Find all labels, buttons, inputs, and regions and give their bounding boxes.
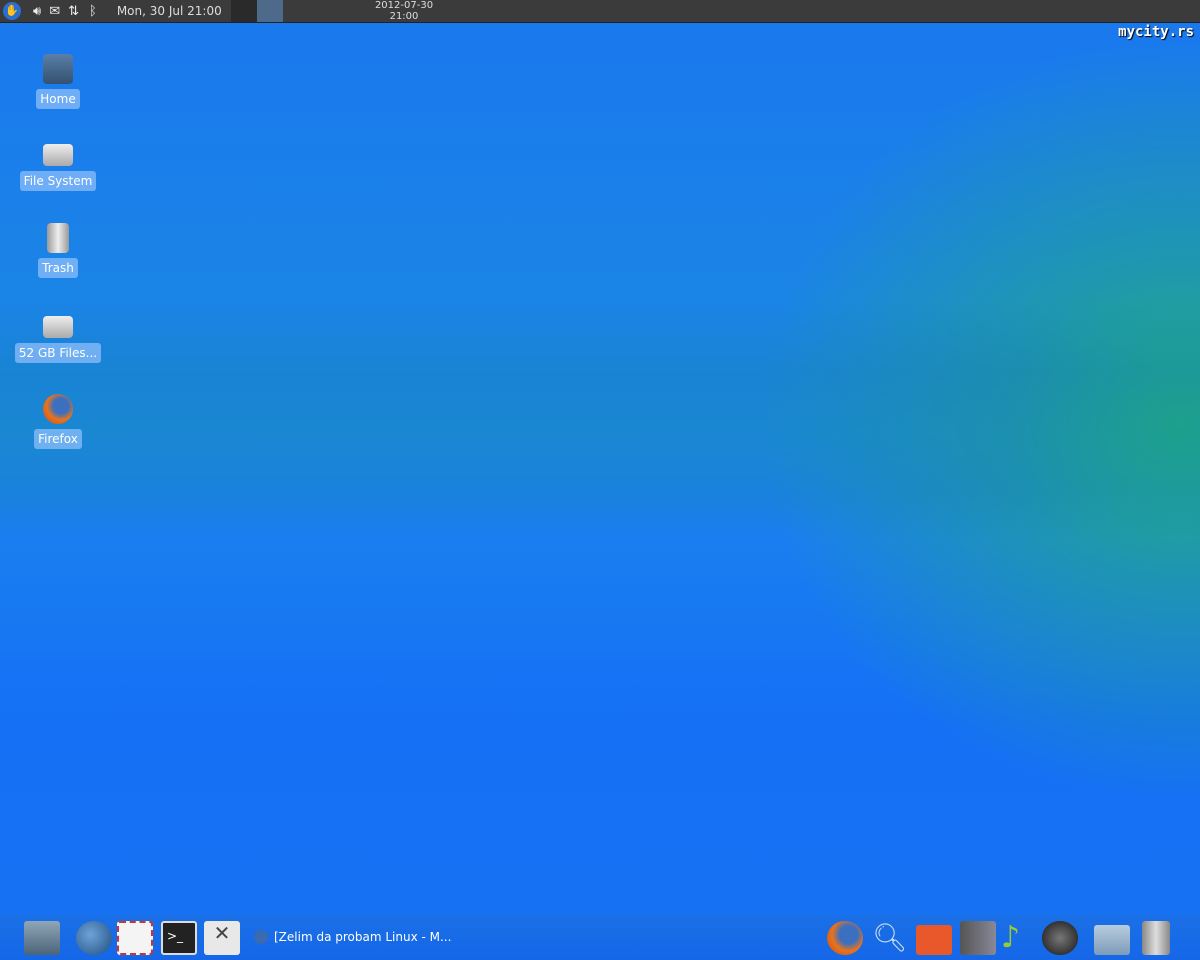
workspace-2[interactable] (256, 0, 283, 22)
time-text: 21:00 (389, 11, 419, 22)
watermark: mycity.rs (1118, 24, 1194, 40)
icon-label: 52 GB Files... (14, 343, 102, 363)
desktop-icon-filesystem[interactable]: File System (13, 140, 103, 191)
firefox-icon (254, 930, 268, 944)
icon-label: Firefox (34, 429, 82, 449)
date-text: 2012-07-30 (374, 0, 434, 11)
web-browser-icon[interactable] (76, 921, 112, 955)
drive-icon (43, 144, 73, 166)
trash-icon (47, 223, 69, 253)
workspace-1[interactable] (230, 0, 257, 22)
music-player-icon[interactable]: ♪ (1001, 921, 1037, 955)
wallpaper-trees (0, 300, 1200, 540)
mail-client-icon[interactable] (117, 921, 153, 955)
mail-icon[interactable]: ✉ (49, 4, 60, 19)
software-center-icon[interactable] (916, 925, 952, 955)
show-desktop-icon[interactable] (24, 921, 60, 955)
firefox-icon (43, 394, 73, 424)
text-editor-icon[interactable] (960, 921, 996, 955)
gimp-icon[interactable] (1042, 921, 1078, 955)
home-folder-icon (43, 54, 73, 84)
volume-icon[interactable]: 🔊︎ (33, 4, 41, 19)
icon-label: Home (36, 89, 80, 109)
terminal-icon[interactable]: >_ (161, 921, 197, 955)
task-title: [Zelim da probam Linux - M... (274, 930, 452, 944)
network-icon[interactable]: ⇅ (68, 4, 79, 19)
bluetooth-icon[interactable]: ᛒ (89, 4, 97, 19)
trash-icon[interactable] (1142, 921, 1170, 955)
xfce-menu-icon[interactable]: ✋ (3, 2, 21, 20)
settings-icon[interactable]: ✕ (204, 921, 240, 955)
file-manager-icon[interactable] (1094, 925, 1130, 955)
desktop-icon-drive[interactable]: 52 GB Files... (13, 312, 103, 363)
clock[interactable]: Mon, 30 Jul 21:00 (117, 4, 222, 18)
icon-label: File System (19, 171, 97, 191)
firefox-icon[interactable] (827, 921, 863, 955)
desktop-icon-trash[interactable]: Trash (13, 223, 103, 278)
clock-secondary[interactable]: 2012-07-30 21:00 (370, 0, 438, 22)
desktop-icon-firefox[interactable]: Firefox (13, 394, 103, 449)
search-icon[interactable]: 🔍︎ (872, 921, 908, 955)
bottom-panel: >_ ✕ [Zelim da probam Linux - M... 🔍︎ ♪ (0, 915, 1200, 960)
drive-icon (43, 316, 73, 338)
top-panel: ✋ 🔊︎ ✉ ⇅ ᛒ Mon, 30 Jul 21:00 2012-07-30 2… (0, 0, 1200, 23)
taskbar-window[interactable]: [Zelim da probam Linux - M... (254, 930, 451, 944)
icon-label: Trash (38, 258, 78, 278)
desktop-icon-home[interactable]: Home (13, 54, 103, 109)
